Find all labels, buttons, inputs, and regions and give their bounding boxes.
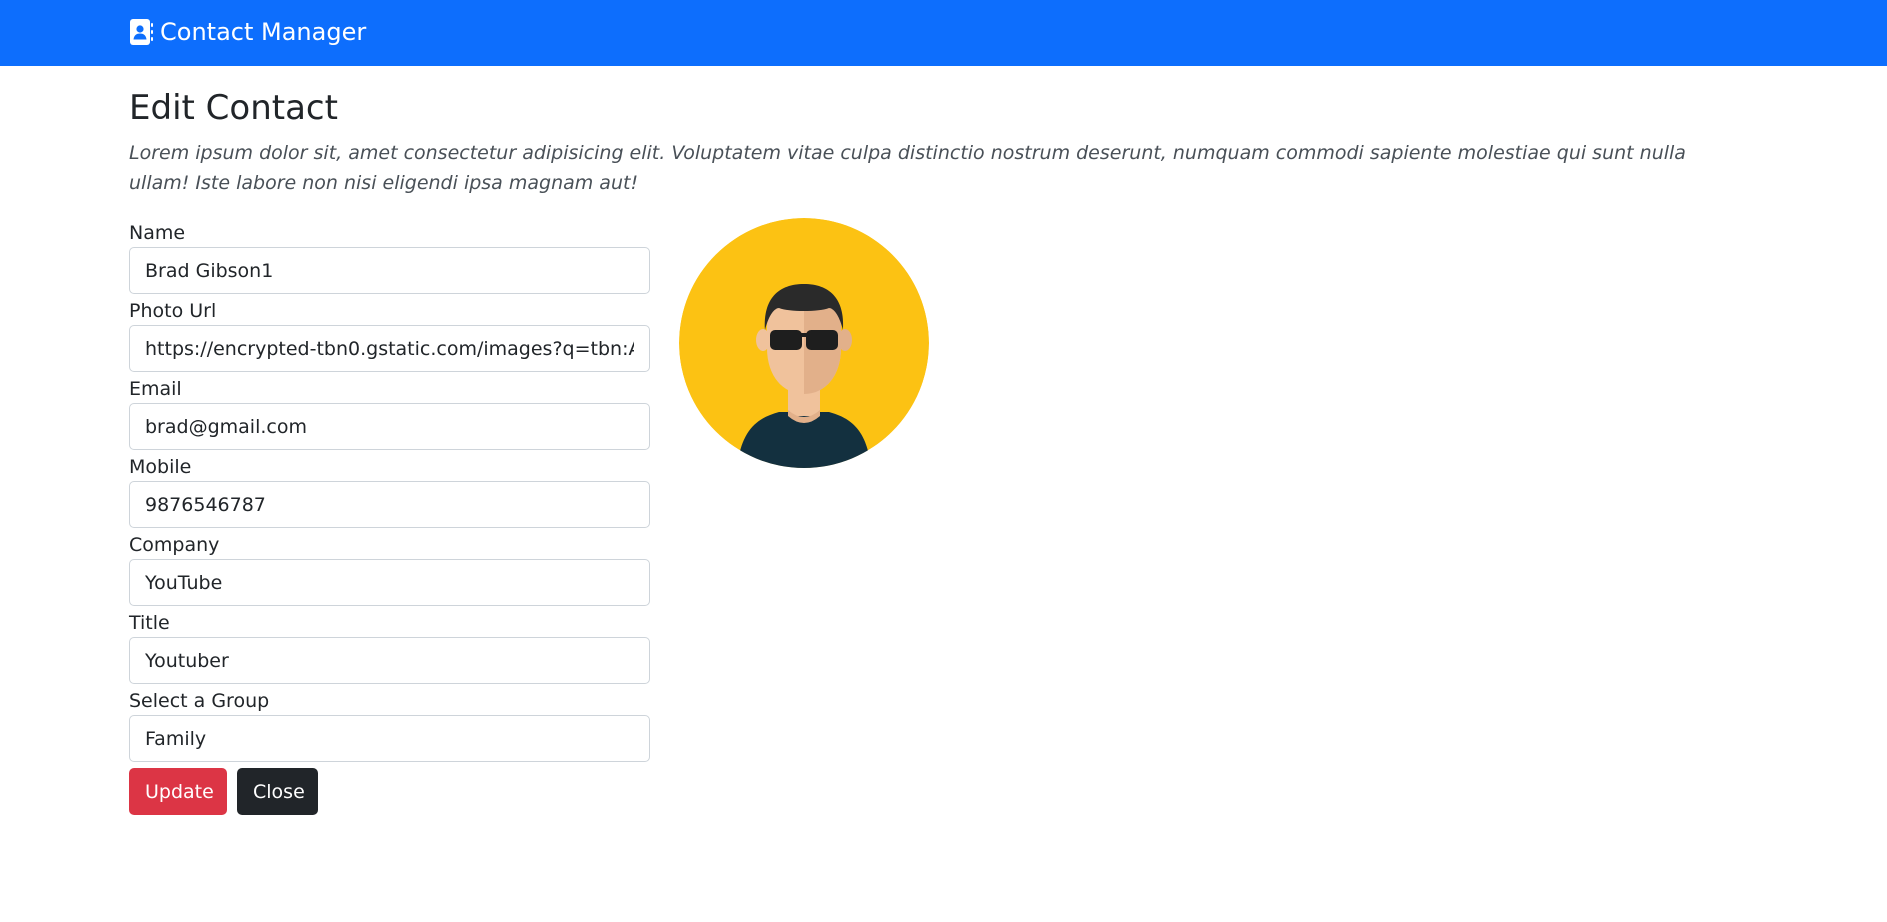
brand-link[interactable]: Contact Manager (129, 14, 366, 50)
edit-contact-form: Name Photo Url Email Mobile Company Titl… (129, 219, 650, 815)
company-input[interactable] (129, 559, 650, 606)
mobile-input[interactable] (129, 481, 650, 528)
email-field-group: Email (129, 375, 650, 453)
group-select[interactable] (129, 715, 650, 762)
photo-url-field-group: Photo Url (129, 297, 650, 375)
title-input[interactable] (129, 637, 650, 684)
name-label: Name (129, 222, 186, 244)
name-input[interactable] (129, 247, 650, 294)
contact-photo (679, 218, 929, 468)
update-button[interactable]: Update (129, 768, 227, 815)
email-input[interactable] (129, 403, 650, 450)
name-field-group: Name (129, 219, 650, 297)
navbar: Contact Manager (0, 0, 1887, 66)
company-field-group: Company (129, 531, 650, 609)
mobile-label: Mobile (129, 456, 192, 478)
photo-url-input[interactable] (129, 325, 650, 372)
title-label: Title (129, 612, 170, 634)
contact-book-icon (129, 18, 154, 46)
brand-label: Contact Manager (160, 18, 367, 46)
avatar-with-sunglasses-icon (679, 218, 929, 468)
close-button[interactable]: Close (237, 768, 318, 815)
group-label: Select a Group (129, 690, 270, 712)
company-label: Company (129, 534, 220, 556)
page-description: Lorem ipsum dolor sit, amet consectetur … (129, 142, 1686, 194)
form-actions: Update Close (129, 768, 650, 815)
title-field-group: Title (129, 609, 650, 687)
mobile-field-group: Mobile (129, 453, 650, 531)
photo-url-label: Photo Url (129, 300, 217, 322)
group-field-group: Select a Group (129, 687, 650, 765)
page-title: Edit Contact (129, 88, 338, 128)
email-label: Email (129, 378, 182, 400)
